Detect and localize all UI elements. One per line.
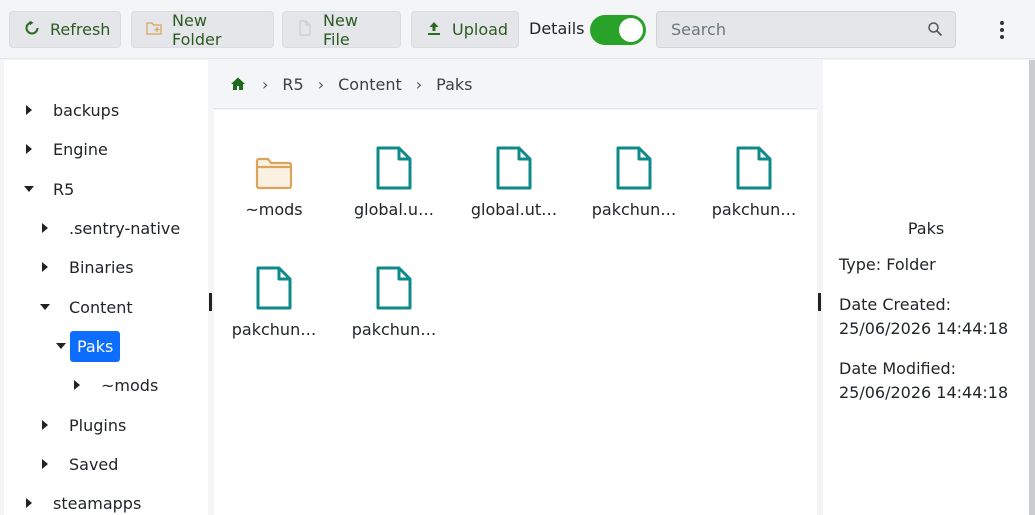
caret-right-icon[interactable] bbox=[38, 262, 52, 272]
file-name: global.u… bbox=[353, 200, 435, 219]
file-item-mods[interactable]: ~mods bbox=[224, 130, 324, 240]
tree-item-label: Plugins bbox=[69, 415, 127, 435]
folder-icon bbox=[224, 130, 324, 190]
caret-right-icon[interactable] bbox=[22, 498, 36, 508]
tree-item-steamapps[interactable]: steamapps bbox=[22, 487, 148, 515]
file-item[interactable]: pakchun… bbox=[344, 250, 444, 360]
tree-item-label: ~mods bbox=[101, 375, 159, 395]
toggle-knob bbox=[619, 18, 643, 42]
new-folder-icon bbox=[146, 20, 162, 40]
tree-item-label: Binaries bbox=[69, 257, 134, 277]
chevron-right-icon: › bbox=[415, 74, 423, 94]
tree-item-label: Engine bbox=[53, 139, 108, 159]
refresh-icon bbox=[24, 20, 40, 40]
tree-item-label: Paks bbox=[70, 330, 121, 362]
file-icon bbox=[704, 130, 804, 190]
new-file-label: New File bbox=[323, 10, 358, 49]
tree-item-plugins[interactable]: Plugins bbox=[38, 409, 133, 441]
refresh-button[interactable]: Refresh bbox=[9, 11, 121, 48]
new-folder-label: New Folder bbox=[172, 10, 222, 49]
caret-right-icon[interactable] bbox=[38, 420, 52, 430]
file-item[interactable]: pakchun… bbox=[224, 250, 324, 360]
window-edge bbox=[1029, 60, 1035, 515]
search-input[interactable] bbox=[657, 12, 917, 47]
tree-item-mods[interactable]: ~mods bbox=[70, 369, 165, 401]
tree-item-paks[interactable]: Paks bbox=[54, 330, 121, 362]
tree-item-sentry-native[interactable]: .sentry-native bbox=[38, 212, 187, 244]
details-label: Details bbox=[529, 19, 585, 38]
tree-item-r5[interactable]: R5 bbox=[22, 173, 81, 205]
tree-item-backups[interactable]: backups bbox=[22, 94, 126, 126]
folder-tree: backups Engine R5 .sentry-native Binarie… bbox=[4, 60, 208, 515]
caret-down-icon[interactable] bbox=[22, 185, 36, 193]
breadcrumb: › R5 › Content › Paks bbox=[214, 60, 817, 109]
details-modified-value: 25/06/2026 14:44:18 bbox=[839, 383, 1009, 402]
details-modified-label: Date Modified: bbox=[839, 359, 956, 378]
file-grid: ~mods global.u… global.ut… pakchun… pakc… bbox=[214, 110, 817, 515]
details-toggle[interactable] bbox=[590, 15, 646, 45]
caret-right-icon[interactable] bbox=[38, 459, 52, 469]
refresh-label: Refresh bbox=[50, 20, 111, 39]
toolbar: Refresh New Folder New File Upload Detai… bbox=[0, 0, 1035, 59]
file-name: pakchun… bbox=[711, 200, 797, 219]
tree-item-label: backups bbox=[53, 100, 120, 120]
breadcrumb-item-content[interactable]: Content bbox=[338, 75, 402, 94]
file-icon bbox=[584, 130, 684, 190]
details-created-label: Date Created: bbox=[839, 295, 952, 314]
file-name: pakchun… bbox=[231, 320, 317, 339]
file-item[interactable]: pakchun… bbox=[704, 130, 804, 240]
file-icon bbox=[344, 250, 444, 310]
search-box bbox=[656, 11, 956, 48]
file-name: pakchun… bbox=[351, 320, 437, 339]
caret-right-icon[interactable] bbox=[22, 105, 36, 115]
upload-button[interactable]: Upload bbox=[411, 11, 519, 48]
details-created-value: 25/06/2026 14:44:18 bbox=[839, 319, 1009, 338]
details-type: Type: Folder bbox=[839, 255, 936, 274]
chevron-right-icon: › bbox=[262, 74, 269, 94]
file-name: pakchun… bbox=[591, 200, 677, 219]
tree-item-binaries[interactable]: Binaries bbox=[38, 251, 141, 283]
file-icon bbox=[344, 130, 444, 190]
more-vertical-icon[interactable] bbox=[992, 18, 1012, 42]
file-icon bbox=[224, 250, 324, 310]
caret-right-icon[interactable] bbox=[38, 223, 52, 233]
new-folder-button[interactable]: New Folder bbox=[131, 10, 274, 49]
tree-item-label: .sentry-native bbox=[69, 218, 181, 238]
search-icon[interactable] bbox=[927, 21, 943, 41]
upload-label: Upload bbox=[452, 20, 509, 39]
breadcrumb-item-r5[interactable]: R5 bbox=[282, 75, 303, 94]
tree-item-label: Content bbox=[69, 297, 133, 317]
file-name: ~mods bbox=[245, 200, 303, 219]
caret-right-icon[interactable] bbox=[70, 380, 84, 390]
tree-item-saved[interactable]: Saved bbox=[38, 448, 125, 480]
home-icon[interactable] bbox=[230, 76, 246, 92]
breadcrumb-item-paks[interactable]: Paks bbox=[436, 75, 472, 94]
new-file-button[interactable]: New File bbox=[282, 10, 401, 49]
file-item[interactable]: global.u… bbox=[344, 130, 444, 240]
new-file-icon bbox=[297, 19, 313, 40]
details-title: Paks bbox=[907, 219, 945, 238]
file-item[interactable]: global.ut… bbox=[464, 130, 564, 240]
details-pane: Paks Type: Folder Date Created: 25/06/20… bbox=[823, 60, 1029, 515]
file-name: global.ut… bbox=[470, 200, 558, 219]
caret-down-icon[interactable] bbox=[54, 342, 68, 350]
tree-item-content[interactable]: Content bbox=[38, 291, 140, 323]
chevron-right-icon: › bbox=[317, 74, 325, 94]
tree-item-engine[interactable]: Engine bbox=[22, 133, 115, 165]
right-resize-handle[interactable] bbox=[818, 293, 821, 311]
caret-right-icon[interactable] bbox=[22, 144, 36, 154]
file-item[interactable]: pakchun… bbox=[584, 130, 684, 240]
caret-down-icon[interactable] bbox=[38, 303, 52, 311]
upload-icon bbox=[426, 20, 442, 40]
tree-item-label: Saved bbox=[69, 454, 119, 474]
tree-item-label: R5 bbox=[53, 179, 75, 199]
left-resize-handle[interactable] bbox=[209, 293, 212, 311]
tree-item-label: steamapps bbox=[53, 493, 142, 513]
file-icon bbox=[464, 130, 564, 190]
